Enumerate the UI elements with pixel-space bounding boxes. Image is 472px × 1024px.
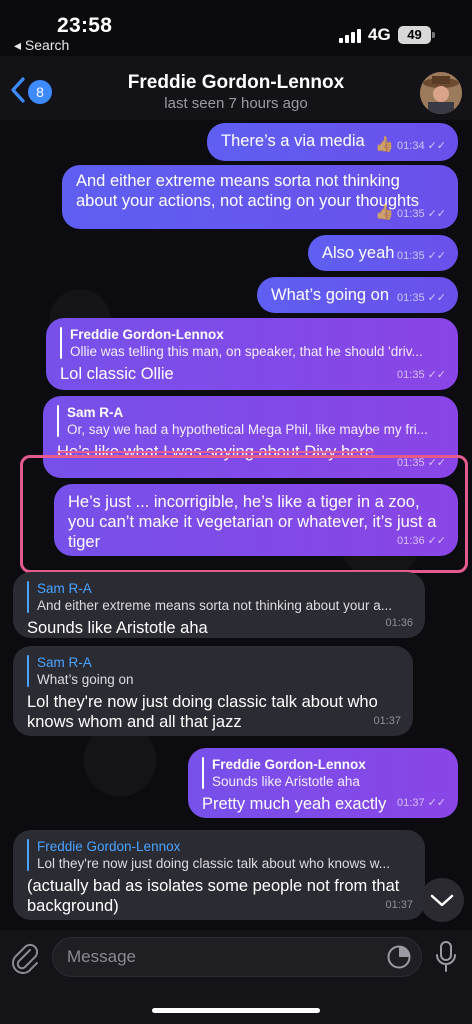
message-text: Lol they're now just doing classic talk … [27, 693, 378, 731]
battery-icon: 49 [398, 26, 431, 44]
message-time: 01:37 [385, 899, 413, 911]
paperclip-icon[interactable] [10, 942, 40, 974]
message-bubble-outgoing[interactable]: There’s a via media 👍 01:34 ✓✓ [207, 123, 458, 161]
message-time: 01:36 [397, 535, 425, 547]
reply-snippet: And either extreme means sorta not think… [37, 598, 392, 613]
read-checkmarks-icon: ✓✓ [427, 250, 446, 262]
message-text: He’s just ... incorrigible, he’s like a … [68, 493, 437, 551]
message-bubble-incoming-reply[interactable]: Freddie Gordon-Lennox Lol they're now ju… [13, 830, 425, 920]
reply-author: Sam R-A [67, 405, 124, 420]
read-checkmarks-icon: ✓✓ [427, 457, 446, 469]
message-bubble-incoming-reply[interactable]: Sam R-A And either extreme means sorta n… [13, 572, 425, 638]
message-time: 01:34 [397, 140, 425, 152]
read-checkmarks-icon: ✓✓ [427, 208, 446, 220]
message-text: There’s a via media [221, 132, 365, 150]
message-bubble-outgoing[interactable]: He’s just ... incorrigible, he’s like a … [54, 484, 458, 556]
message-bubble-outgoing-reply[interactable]: Freddie Gordon-Lennox Ollie was telling … [46, 318, 458, 390]
message-text: He’s like what I was saying about Divy h… [57, 443, 375, 461]
thumbs-up-reaction[interactable]: 👍 [375, 136, 394, 153]
message-time: 01:35 [397, 292, 425, 304]
message-text: Lol classic Ollie [60, 365, 174, 383]
message-bubble-outgoing[interactable]: And either extreme means sorta not think… [62, 165, 458, 229]
message-bubble-outgoing[interactable]: Also yeah 01:35 ✓✓ [308, 235, 458, 271]
message-time: 01:37 [397, 797, 425, 809]
battery-cap [432, 32, 435, 38]
home-indicator [152, 1008, 320, 1013]
composer-bar [0, 930, 472, 1024]
message-time: 01:37 [373, 715, 401, 727]
status-time: 23:58 [57, 14, 113, 37]
reply-author: Sam R-A [37, 581, 92, 596]
message-text: Sounds like Aristotle aha [27, 619, 208, 637]
reply-quote[interactable]: Freddie Gordon-Lennox Ollie was telling … [60, 326, 444, 360]
read-checkmarks-icon: ✓✓ [427, 535, 446, 547]
message-text: What’s going on [271, 286, 390, 304]
signal-icon [339, 28, 363, 43]
reply-snippet: What’s going on [37, 672, 134, 687]
chat-screen: 23:58 ◂ Search 4G 49 8 Freddie Gordon-Le… [0, 0, 472, 1024]
message-text: Pretty much yeah exactly [202, 795, 387, 813]
reply-author: Freddie Gordon-Lennox [212, 757, 366, 772]
read-checkmarks-icon: ✓✓ [427, 797, 446, 809]
status-bar: 23:58 ◂ Search 4G 49 [0, 0, 472, 56]
read-checkmarks-icon: ✓✓ [427, 140, 446, 152]
thumbs-up-reaction[interactable]: 👍 [375, 204, 394, 221]
reply-author: Freddie Gordon-Lennox [70, 327, 224, 342]
message-time: 01:36 [385, 617, 413, 629]
message-text: And either extreme means sorta not think… [76, 172, 420, 210]
message-bubble-outgoing-reply[interactable]: Sam R-A Or, say we had a hypothetical Me… [43, 396, 458, 478]
message-bubble-incoming-reply[interactable]: Sam R-A What’s going on Lol they're now … [13, 646, 413, 736]
avatar[interactable] [420, 72, 462, 114]
reply-quote[interactable]: Freddie Gordon-Lennox Lol they're now ju… [27, 838, 411, 872]
reply-snippet: Or, say we had a hypothetical Mega Phil,… [67, 422, 428, 437]
reply-quote[interactable]: Sam R-A What’s going on [27, 654, 399, 688]
reply-quote[interactable]: Sam R-A And either extreme means sorta n… [27, 580, 411, 614]
message-time: 01:35 [397, 457, 425, 469]
contact-name[interactable]: Freddie Gordon-Lennox [0, 72, 472, 94]
message-text: (actually bad as isolates some people no… [27, 877, 400, 915]
scroll-down-button[interactable] [420, 878, 464, 922]
reply-snippet: Lol they're now just doing classic talk … [37, 856, 391, 871]
avatar-image [420, 72, 462, 114]
back-to-search-link[interactable]: ◂ Search [14, 37, 69, 54]
message-text: Also yeah [322, 244, 395, 262]
message-time: 01:35 [397, 369, 425, 381]
read-checkmarks-icon: ✓✓ [427, 369, 446, 381]
message-time: 01:35 [397, 208, 425, 220]
network-type: 4G [368, 25, 391, 44]
reply-quote[interactable]: Freddie Gordon-Lennox Sounds like Aristo… [202, 756, 444, 790]
reply-author: Sam R-A [37, 655, 92, 670]
microphone-icon[interactable] [434, 940, 458, 974]
message-time: 01:35 [397, 250, 425, 262]
reply-snippet: Ollie was telling this man, on speaker, … [70, 344, 423, 359]
reply-author: Freddie Gordon-Lennox [37, 839, 181, 854]
message-input[interactable] [52, 937, 422, 977]
message-bubble-outgoing-reply[interactable]: Freddie Gordon-Lennox Sounds like Aristo… [188, 748, 458, 818]
last-seen-status: last seen 7 hours ago [164, 95, 308, 112]
sticker-icon[interactable] [386, 944, 412, 970]
read-checkmarks-icon: ✓✓ [427, 292, 446, 304]
chevron-down-icon [430, 894, 454, 907]
chat-header: 8 Freddie Gordon-Lennox last seen 7 hour… [0, 56, 472, 120]
reply-quote[interactable]: Sam R-A Or, say we had a hypothetical Me… [57, 404, 444, 438]
message-bubble-outgoing[interactable]: What’s going on 01:35 ✓✓ [257, 277, 458, 313]
reply-snippet: Sounds like Aristotle aha [212, 774, 360, 789]
